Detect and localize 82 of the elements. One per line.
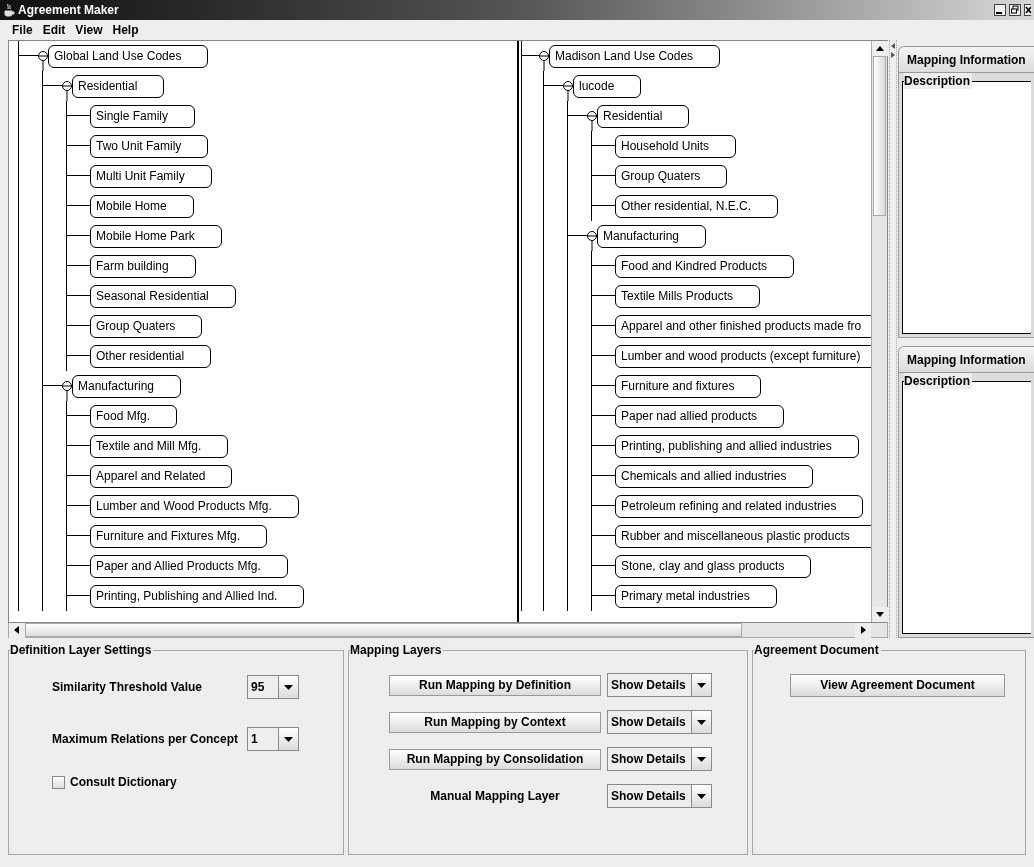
- run-mapping-button[interactable]: Run Mapping by Definition: [389, 674, 601, 696]
- field-label: Similarity Threshold Value: [52, 679, 204, 696]
- caret-icon: [697, 682, 706, 688]
- minimize-icon[interactable]: [994, 4, 1006, 16]
- tree-node[interactable]: Madison Land Use Codes: [549, 44, 721, 68]
- run-mapping-button[interactable]: Run Mapping by Context: [389, 711, 601, 733]
- maximize-icon[interactable]: [1009, 4, 1021, 16]
- tree-node[interactable]: Food and Kindred Products: [615, 254, 795, 278]
- tree-node[interactable]: Paper nad allied products: [615, 404, 785, 428]
- caret-icon: [284, 684, 293, 690]
- view-document-button[interactable]: View Agreement Document: [790, 673, 1005, 697]
- tree-node[interactable]: Manufacturing: [72, 374, 182, 398]
- tree-node[interactable]: Other residential: [90, 344, 212, 368]
- caret-icon: [697, 719, 706, 725]
- panel-tab[interactable]: Mapping Information: [898, 46, 1034, 72]
- dropdown[interactable]: Show Details: [607, 784, 712, 808]
- tree-node[interactable]: Printing, publishing and allied industries: [615, 434, 859, 458]
- caret-icon: [697, 756, 706, 762]
- tree-node[interactable]: Furniture and Fixtures Mfg.: [90, 524, 268, 548]
- tree-node[interactable]: Rubber and miscellaneous plastic products: [615, 524, 871, 548]
- tree-node[interactable]: Manufacturing: [597, 224, 707, 248]
- tree-node[interactable]: Residential: [597, 104, 690, 128]
- menu-item[interactable]: Edit: [42, 21, 66, 39]
- menu-item[interactable]: View: [75, 21, 103, 39]
- scrollbar-thumb[interactable]: [25, 623, 742, 637]
- tree-node[interactable]: Residential: [72, 74, 165, 98]
- menu-item[interactable]: Help: [112, 21, 139, 39]
- caret-icon: [284, 736, 293, 742]
- tree-node[interactable]: Chemicals and allied industries: [615, 464, 814, 488]
- close-icon[interactable]: [1024, 4, 1031, 16]
- tree-node[interactable]: Household Units: [615, 134, 737, 158]
- layer-label: Manual Mapping Layer: [429, 788, 561, 805]
- dropdown[interactable]: Show Details: [607, 747, 712, 771]
- tree-node[interactable]: Mobile Home Park: [90, 224, 222, 248]
- tree-node[interactable]: Textile Mills Products: [615, 284, 761, 308]
- tree-node[interactable]: Furniture and fixtures: [615, 374, 762, 398]
- splitter-arrows-icon[interactable]: [890, 42, 896, 60]
- scroll-down-icon[interactable]: [872, 607, 888, 622]
- dropdown[interactable]: 1: [247, 727, 299, 751]
- tree-node[interactable]: Food Mfg.: [90, 404, 178, 428]
- tree-node[interactable]: Lumber and wood products (except furniture): [615, 344, 871, 368]
- group-title: Agreement Document: [754, 642, 881, 658]
- coffee-cup-icon: [3, 3, 15, 17]
- group-title: Description: [904, 73, 972, 89]
- group-title: Mapping Layers: [350, 642, 444, 658]
- tree-node[interactable]: Apparel and Related: [90, 464, 233, 488]
- tree-node[interactable]: Global Land Use Codes: [48, 44, 209, 68]
- group-title: Definition Layer Settings: [10, 642, 154, 658]
- field-label: Maximum Relations per Concept: [52, 731, 240, 748]
- run-mapping-button[interactable]: Run Mapping by Consolidation: [389, 748, 601, 770]
- tree-node[interactable]: Printing, Publishing and Allied Ind.: [90, 584, 305, 608]
- dropdown[interactable]: Show Details: [607, 673, 712, 697]
- scroll-right-icon[interactable]: [855, 623, 871, 638]
- group-title: Description: [904, 373, 972, 389]
- tree-node[interactable]: Textile and Mill Mfg.: [90, 434, 229, 458]
- tree-node[interactable]: Paper and Allied Products Mfg.: [90, 554, 288, 578]
- checkbox[interactable]: [52, 775, 65, 789]
- caret-icon: [697, 793, 706, 799]
- tree-node[interactable]: Primary metal industries: [615, 584, 777, 608]
- scrollbar-thumb[interactable]: [873, 56, 886, 216]
- tree-node[interactable]: Multi Unit Family: [90, 164, 212, 188]
- tree-node[interactable]: Lumber and Wood Products Mfg.: [90, 494, 299, 518]
- tree-node[interactable]: Apparel and other finished products made fro: [615, 314, 871, 338]
- tree-node[interactable]: Group Quaters: [90, 314, 203, 338]
- tree-node[interactable]: lucode: [573, 74, 642, 98]
- dropdown[interactable]: 95: [247, 675, 299, 699]
- tree-node[interactable]: Single Family: [90, 104, 196, 128]
- tree-node[interactable]: Stone, clay and glass products: [615, 554, 812, 578]
- tree-node[interactable]: Other residential, N.E.C.: [615, 194, 779, 218]
- panel-tab[interactable]: Mapping Information: [898, 346, 1034, 372]
- dropdown[interactable]: Show Details: [607, 710, 712, 734]
- tree-node[interactable]: Two Unit Family: [90, 134, 209, 158]
- tree-node[interactable]: Group Quaters: [615, 164, 728, 188]
- window-title: Agreement Maker: [18, 2, 119, 19]
- menu-item[interactable]: File: [12, 21, 33, 39]
- scroll-up-icon[interactable]: [872, 41, 888, 56]
- scroll-left-icon[interactable]: [9, 623, 25, 638]
- checkbox-label: Consult Dictionary: [70, 774, 177, 791]
- tree-node[interactable]: Seasonal Residential: [90, 284, 236, 308]
- tree-node[interactable]: Petroleum refining and related industries: [615, 494, 864, 518]
- tree-node[interactable]: Mobile Home: [90, 194, 194, 218]
- tree-node[interactable]: Farm building: [90, 254, 196, 278]
